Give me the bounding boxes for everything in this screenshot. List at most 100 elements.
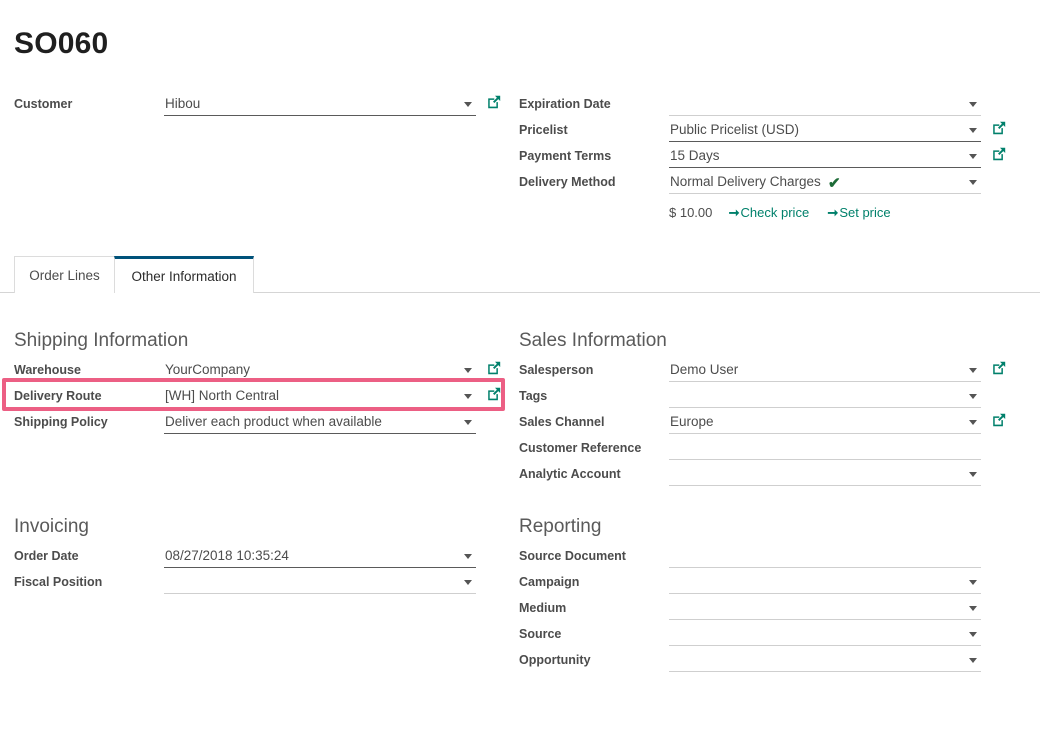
external-link-icon[interactable]	[487, 361, 501, 375]
delivery-price-amount: $ 10.00	[669, 205, 713, 220]
check-price-link[interactable]: ➞Check price	[729, 205, 810, 220]
field-row-shipping-policy: Shipping Policy Deliver each product when…	[14, 411, 506, 437]
sale-order-form: SO060 Customer Hibou Expiration Date Price…	[0, 0, 1040, 735]
field-value-delivery-method: Normal Delivery Charges	[670, 174, 821, 189]
field-value-pricelist: Public Pricelist (USD)	[670, 122, 800, 137]
field-row-salesperson: Salesperson Demo User	[519, 359, 1011, 385]
field-input-delivery-route[interactable]: [WH] North Central	[164, 385, 476, 408]
chevron-down-icon[interactable]	[464, 580, 472, 585]
section-heading-reporting: Reporting	[519, 516, 602, 537]
field-input-warehouse[interactable]: YourCompany	[164, 359, 476, 382]
field-label-fiscal-position: Fiscal Position	[14, 575, 103, 589]
external-link-icon[interactable]	[992, 147, 1006, 161]
field-label-pricelist: Pricelist	[519, 123, 568, 137]
external-link-icon[interactable]	[487, 387, 501, 401]
field-input-expiration-date[interactable]	[669, 93, 981, 116]
tab-other-information[interactable]: Other Information	[114, 256, 254, 293]
check-price-label: Check price	[740, 205, 810, 220]
field-input-fiscal-position[interactable]	[164, 571, 476, 594]
chevron-down-icon[interactable]	[464, 394, 472, 399]
external-link-icon[interactable]	[992, 413, 1006, 427]
field-label-order-date: Order Date	[14, 549, 79, 563]
field-input-salesperson[interactable]: Demo User	[669, 359, 981, 382]
field-input-campaign[interactable]	[669, 571, 981, 594]
field-row-payment-terms: Payment Terms 15 Days	[519, 145, 1011, 171]
field-input-sales-channel[interactable]: Europe	[669, 411, 981, 434]
field-input-opportunity[interactable]	[669, 649, 981, 672]
field-label-delivery-route: Delivery Route	[14, 389, 102, 403]
tab-bar: Order Lines Other Information	[0, 256, 1040, 293]
field-label-salesperson: Salesperson	[519, 363, 594, 377]
field-label-medium: Medium	[519, 601, 567, 615]
field-input-customer[interactable]: Hibou	[164, 93, 476, 116]
field-input-shipping-policy[interactable]: Deliver each product when available	[164, 411, 476, 434]
chevron-down-icon[interactable]	[969, 472, 977, 477]
field-input-source-document[interactable]	[669, 545, 981, 568]
field-row-campaign: Campaign	[519, 571, 1011, 597]
field-row-source-document: Source Document	[519, 545, 1011, 571]
field-value-sales-channel: Europe	[670, 414, 714, 429]
field-label-campaign: Campaign	[519, 575, 580, 589]
field-input-tags[interactable]	[669, 385, 981, 408]
field-row-delivery-route: Delivery Route [WH] North Central	[14, 385, 506, 411]
field-input-pricelist[interactable]: Public Pricelist (USD)	[669, 119, 981, 142]
section-heading-invoicing: Invoicing	[14, 516, 89, 537]
field-label-opportunity: Opportunity	[519, 653, 591, 667]
field-input-delivery-method[interactable]: Normal Delivery Charges	[669, 171, 981, 194]
chevron-down-icon[interactable]	[969, 128, 977, 133]
set-price-link[interactable]: ➞Set price	[827, 205, 890, 220]
chevron-down-icon[interactable]	[969, 154, 977, 159]
chevron-down-icon[interactable]	[969, 658, 977, 663]
tab-other-information-label: Other Information	[131, 268, 237, 284]
chevron-down-icon[interactable]	[464, 102, 472, 107]
field-value-payment-terms: 15 Days	[670, 148, 720, 163]
field-input-customer-reference[interactable]	[669, 437, 981, 460]
field-value-shipping-policy: Deliver each product when available	[165, 414, 382, 429]
external-link-icon[interactable]	[487, 95, 501, 109]
arrow-right-icon: ➞	[827, 205, 839, 220]
field-row-delivery-method: Delivery Method Normal Delivery Charges	[519, 171, 1011, 197]
chevron-down-icon[interactable]	[969, 368, 977, 373]
field-input-medium[interactable]	[669, 597, 981, 620]
field-row-customer: Customer Hibou	[14, 93, 506, 119]
chevron-down-icon[interactable]	[969, 580, 977, 585]
field-label-tags: Tags	[519, 389, 548, 403]
chevron-down-icon[interactable]	[969, 632, 977, 637]
field-label-customer: Customer	[14, 97, 73, 111]
field-row-expiration-date: Expiration Date	[519, 93, 1011, 119]
field-label-delivery-method: Delivery Method	[519, 175, 616, 189]
external-link-icon[interactable]	[992, 121, 1006, 135]
chevron-down-icon[interactable]	[969, 420, 977, 425]
field-input-source[interactable]	[669, 623, 981, 646]
field-input-order-date[interactable]: 08/27/2018 10:35:24	[164, 545, 476, 568]
field-value-customer: Hibou	[165, 96, 201, 111]
field-label-customer-reference: Customer Reference	[519, 441, 642, 455]
chevron-down-icon[interactable]	[464, 368, 472, 373]
field-row-medium: Medium	[519, 597, 1011, 623]
chevron-down-icon[interactable]	[464, 554, 472, 559]
tab-order-lines[interactable]: Order Lines	[14, 256, 115, 293]
chevron-down-icon[interactable]	[969, 394, 977, 399]
delivery-price-line: $ 10.00 ➞Check price ➞Set price	[669, 205, 891, 221]
field-row-tags: Tags	[519, 385, 1011, 411]
field-value-salesperson: Demo User	[670, 362, 739, 377]
field-label-payment-terms: Payment Terms	[519, 149, 612, 163]
field-row-warehouse: Warehouse YourCompany	[14, 359, 506, 385]
field-row-order-date: Order Date 08/27/2018 10:35:24	[14, 545, 506, 571]
section-heading-shipping: Shipping Information	[14, 330, 189, 351]
field-input-analytic-account[interactable]	[669, 463, 981, 486]
field-value-warehouse: YourCompany	[165, 362, 251, 377]
field-row-fiscal-position: Fiscal Position	[14, 571, 506, 597]
chevron-down-icon[interactable]	[464, 420, 472, 425]
external-link-icon[interactable]	[992, 361, 1006, 375]
chevron-down-icon[interactable]	[969, 606, 977, 611]
field-row-customer-reference: Customer Reference	[519, 437, 1011, 463]
field-label-source-document: Source Document	[519, 549, 626, 563]
chevron-down-icon[interactable]	[969, 180, 977, 185]
field-label-sales-channel: Sales Channel	[519, 415, 605, 429]
field-row-source: Source	[519, 623, 1011, 649]
page-title: SO060	[14, 27, 109, 60]
field-row-analytic-account: Analytic Account	[519, 463, 1011, 489]
chevron-down-icon[interactable]	[969, 102, 977, 107]
field-input-payment-terms[interactable]: 15 Days	[669, 145, 981, 168]
